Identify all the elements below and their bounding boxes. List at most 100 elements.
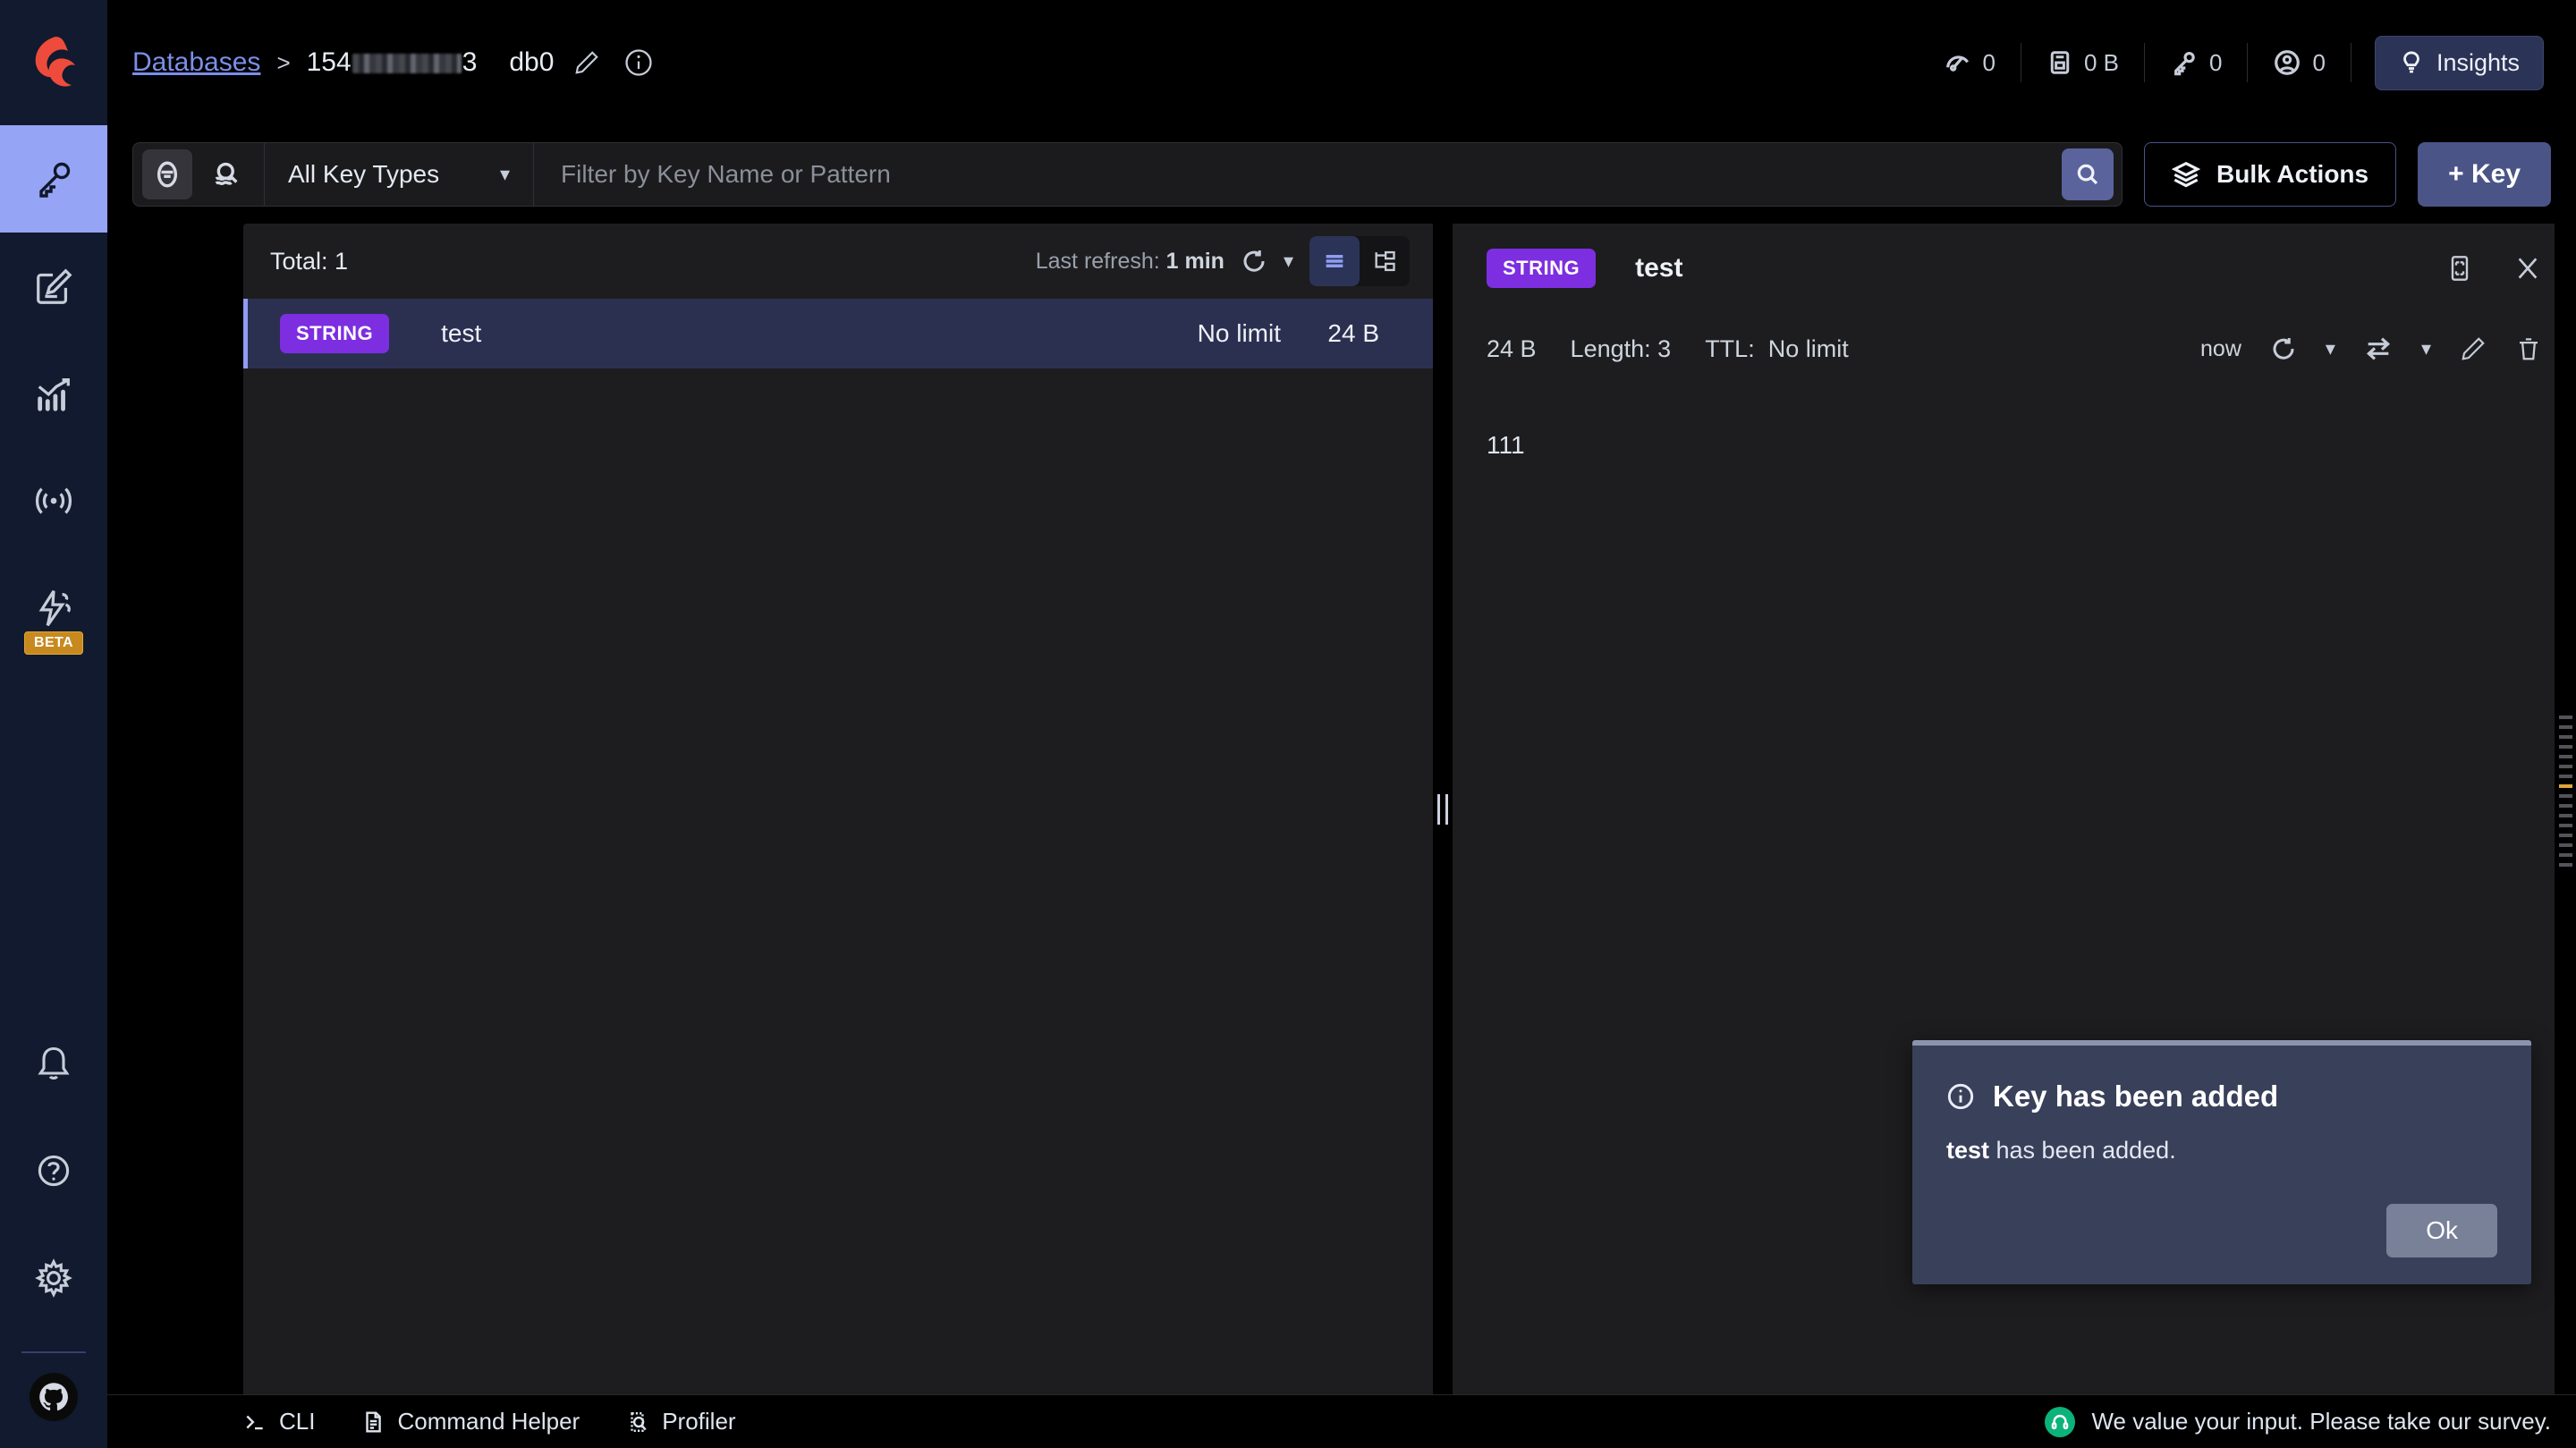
sidebar-item-workbench[interactable] bbox=[0, 233, 107, 340]
toast-body-rest: has been added. bbox=[1989, 1137, 2176, 1164]
detail-ttl: TTL: No limit bbox=[1705, 335, 1849, 363]
list-view-icon bbox=[1326, 255, 1343, 267]
edit-database-button[interactable] bbox=[573, 49, 600, 76]
command-helper-label: Command Helper bbox=[397, 1408, 580, 1435]
database-info-button[interactable] bbox=[623, 47, 654, 78]
sidebar-item-help[interactable] bbox=[0, 1117, 107, 1224]
bulk-actions-button[interactable]: Bulk Actions bbox=[2144, 142, 2397, 207]
list-view-button[interactable] bbox=[1309, 236, 1360, 286]
breadcrumb: Databases > 154 3 db0 bbox=[132, 47, 654, 78]
refresh-keys-button[interactable] bbox=[1241, 248, 1267, 275]
terminal-icon bbox=[246, 1415, 263, 1429]
fullscreen-button[interactable] bbox=[2445, 254, 2474, 283]
filter-toolbar: All Key Types ▾ Bulk Ac bbox=[107, 125, 2576, 224]
sidebar-item-github[interactable] bbox=[30, 1373, 78, 1421]
breadcrumb-separator: > bbox=[276, 48, 291, 76]
edit-square-icon bbox=[37, 268, 72, 304]
add-key-button[interactable]: + Key bbox=[2418, 142, 2551, 207]
stat-commands-per-second[interactable]: 0 bbox=[1919, 43, 2021, 82]
document-icon bbox=[366, 1411, 382, 1432]
detail-size: 24 B bbox=[1487, 334, 1537, 362]
refresh-value-button[interactable] bbox=[2270, 335, 2297, 362]
chevron-down-icon: ▾ bbox=[499, 163, 510, 185]
sidebar-item-browser[interactable] bbox=[0, 125, 107, 233]
database-index: db0 bbox=[509, 47, 555, 77]
profiler-button[interactable]: Profiler bbox=[626, 1408, 736, 1435]
toast-key-name: test bbox=[1946, 1137, 1990, 1164]
breadcrumb-databases-link[interactable]: Databases bbox=[132, 47, 260, 78]
beta-badge: BETA bbox=[24, 631, 83, 655]
stat-value: 0 bbox=[1982, 48, 1996, 76]
profiler-label: Profiler bbox=[662, 1408, 736, 1435]
format-switcher-button[interactable] bbox=[2364, 334, 2393, 363]
broadcast-icon bbox=[35, 487, 72, 514]
bulk-actions-label: Bulk Actions bbox=[2216, 160, 2369, 188]
key-type-badge: STRING bbox=[280, 314, 390, 353]
filter-toggles bbox=[133, 149, 264, 199]
sidebar-item-pub-sub[interactable] bbox=[0, 447, 107, 555]
survey-text: We value your input. Please take our sur… bbox=[2091, 1408, 2551, 1435]
speedometer-icon bbox=[1945, 55, 1969, 72]
survey-link[interactable]: We value your input. Please take our sur… bbox=[2045, 1406, 2576, 1437]
fuzzy-search-toggle-button[interactable] bbox=[201, 149, 251, 199]
search-submit-button[interactable] bbox=[2062, 148, 2114, 200]
detail-updated-label: now bbox=[2200, 335, 2241, 361]
close-details-button[interactable] bbox=[2513, 254, 2542, 283]
headset-icon bbox=[2045, 1406, 2076, 1437]
search-input[interactable] bbox=[534, 142, 2063, 207]
toast-body: test has been added. bbox=[1946, 1137, 2497, 1164]
refresh-options-chevron[interactable]: ▾ bbox=[2326, 337, 2335, 360]
stat-memory[interactable]: 0 B bbox=[2021, 43, 2145, 82]
bar-chart-icon bbox=[38, 378, 70, 411]
keys-list-empty-space bbox=[243, 368, 1433, 1394]
key-type-select[interactable]: All Key Types ▾ bbox=[265, 142, 533, 207]
view-toggle-group bbox=[1309, 236, 1410, 286]
edit-value-button[interactable] bbox=[2460, 335, 2487, 362]
header-stats: 0 0 B 0 0 Insights bbox=[1919, 35, 2544, 90]
toast-ok-button[interactable]: Ok bbox=[2386, 1204, 2497, 1257]
keys-total-label: Total: 1 bbox=[270, 247, 349, 275]
table-row[interactable]: STRING test No limit 24 B bbox=[243, 299, 1433, 368]
filter-group: All Key Types ▾ bbox=[132, 142, 2123, 207]
last-refresh-text: Last refresh: bbox=[1035, 248, 1160, 274]
sidebar-item-analysis-tools[interactable] bbox=[0, 340, 107, 447]
stat-connected-clients[interactable]: 0 bbox=[2248, 43, 2351, 82]
sidebar-item-settings[interactable] bbox=[0, 1224, 107, 1332]
key-icon bbox=[2174, 51, 2195, 76]
insights-button[interactable]: Insights bbox=[2374, 35, 2544, 90]
search-icon bbox=[2077, 164, 2098, 185]
editor-minimap-scrollbar[interactable] bbox=[2555, 125, 2576, 1394]
layers-icon bbox=[2172, 161, 2201, 188]
cli-label: CLI bbox=[279, 1408, 316, 1435]
key-details-metadata: 24 B Length: 3 TTL: No limit now ▾ ▾ bbox=[1453, 313, 2576, 385]
filter-toggle-button[interactable] bbox=[142, 149, 192, 199]
toast-title-row: Key has been added bbox=[1946, 1080, 2497, 1114]
filter-icon bbox=[157, 161, 178, 188]
trash-icon bbox=[2520, 338, 2538, 360]
sidebar-item-notifications[interactable] bbox=[0, 1010, 107, 1117]
delete-key-button[interactable] bbox=[2515, 335, 2542, 362]
gear-icon bbox=[35, 1258, 72, 1298]
key-icon bbox=[39, 162, 71, 198]
redis-logo bbox=[0, 0, 107, 125]
memory-chip-icon bbox=[2050, 51, 2070, 74]
fuzzy-search-icon bbox=[215, 162, 238, 186]
keys-header-controls: Last refresh: 1 min ▾ bbox=[1036, 236, 1410, 286]
toast-actions: Ok bbox=[1946, 1204, 2497, 1257]
refresh-options-chevron[interactable]: ▾ bbox=[1284, 250, 1293, 273]
detail-ttl-value[interactable]: No limit bbox=[1768, 335, 1849, 362]
cli-button[interactable]: CLI bbox=[243, 1408, 315, 1435]
tree-view-button[interactable] bbox=[1360, 236, 1410, 286]
command-helper-button[interactable]: Command Helper bbox=[361, 1408, 580, 1435]
database-name-suffix: 3 bbox=[462, 47, 478, 77]
close-icon bbox=[2518, 258, 2538, 279]
panel-resize-handle[interactable] bbox=[1433, 224, 1453, 1394]
bell-icon bbox=[38, 1046, 70, 1080]
stat-keys[interactable]: 0 bbox=[2145, 43, 2249, 82]
refresh-icon bbox=[1243, 250, 1265, 272]
format-options-chevron[interactable]: ▾ bbox=[2421, 337, 2431, 360]
minimap-lines bbox=[2559, 716, 2572, 867]
sidebar-item-redis-copilot[interactable]: BETA bbox=[0, 555, 107, 662]
toast-title: Key has been added bbox=[1993, 1080, 2279, 1113]
refresh-icon bbox=[2273, 338, 2294, 360]
